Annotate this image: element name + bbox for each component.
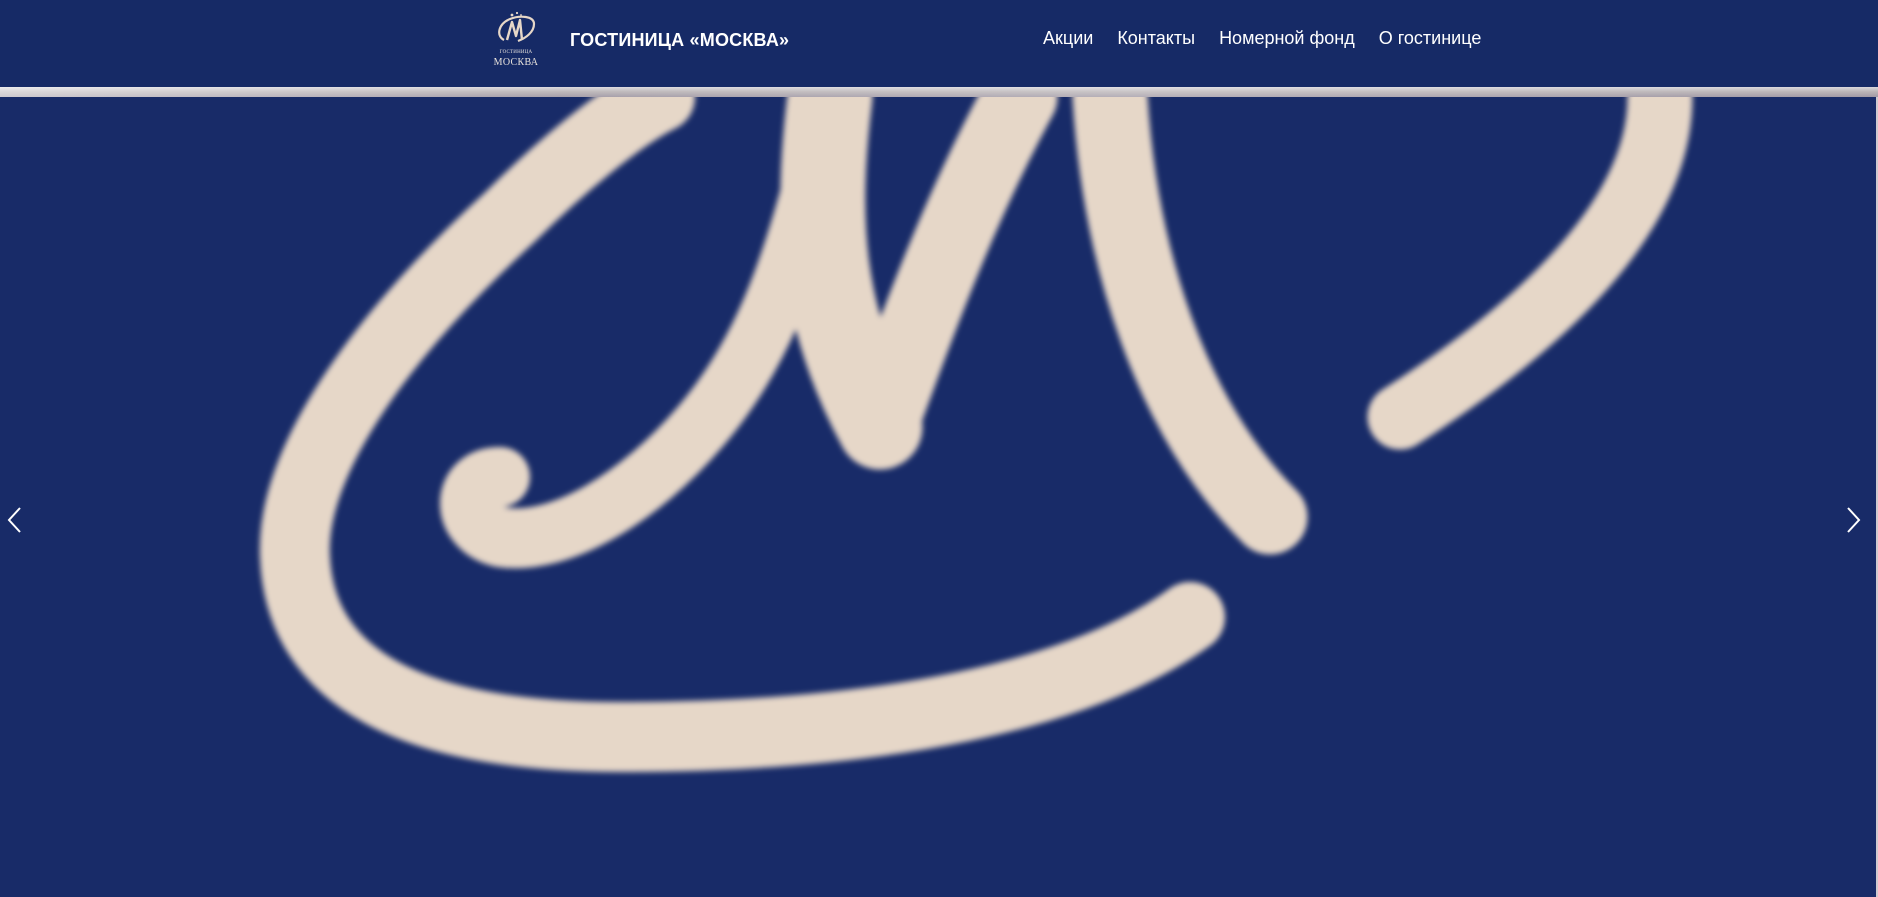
logo-monogram-icon [498, 11, 536, 43]
chevron-left-icon [7, 507, 21, 533]
chevron-right-icon [1847, 507, 1861, 533]
hero-monogram-image [259, 97, 1693, 772]
slider-next-button[interactable] [1844, 505, 1864, 535]
site-title[interactable]: ГОСТИНИЦА «МОСКВА» [570, 30, 789, 51]
site-header: ГОСТИНИЦА МОСКВА ГОСТИНИЦА «МОСКВА» Акци… [0, 0, 1878, 87]
brand[interactable]: ГОСТИНИЦА МОСКВА ГОСТИНИЦА «МОСКВА» [490, 10, 789, 70]
hotel-logo[interactable]: ГОСТИНИЦА МОСКВА [490, 10, 542, 70]
nav-item-rooms[interactable]: Номерной фонд [1219, 28, 1355, 49]
logo-name-text: МОСКВА [493, 57, 539, 68]
slider-prev-button[interactable] [4, 505, 24, 535]
nav-item-promotions[interactable]: Акции [1043, 28, 1093, 49]
nav-item-about[interactable]: О гостинице [1379, 28, 1482, 49]
header-divider [0, 87, 1878, 97]
hero-slider[interactable] [0, 97, 1878, 897]
main-nav: Акции Контакты Номерной фонд О гостинице [1043, 28, 1505, 49]
nav-item-contacts[interactable]: Контакты [1117, 28, 1195, 49]
logo-small-text: ГОСТИНИЦА [499, 50, 533, 55]
